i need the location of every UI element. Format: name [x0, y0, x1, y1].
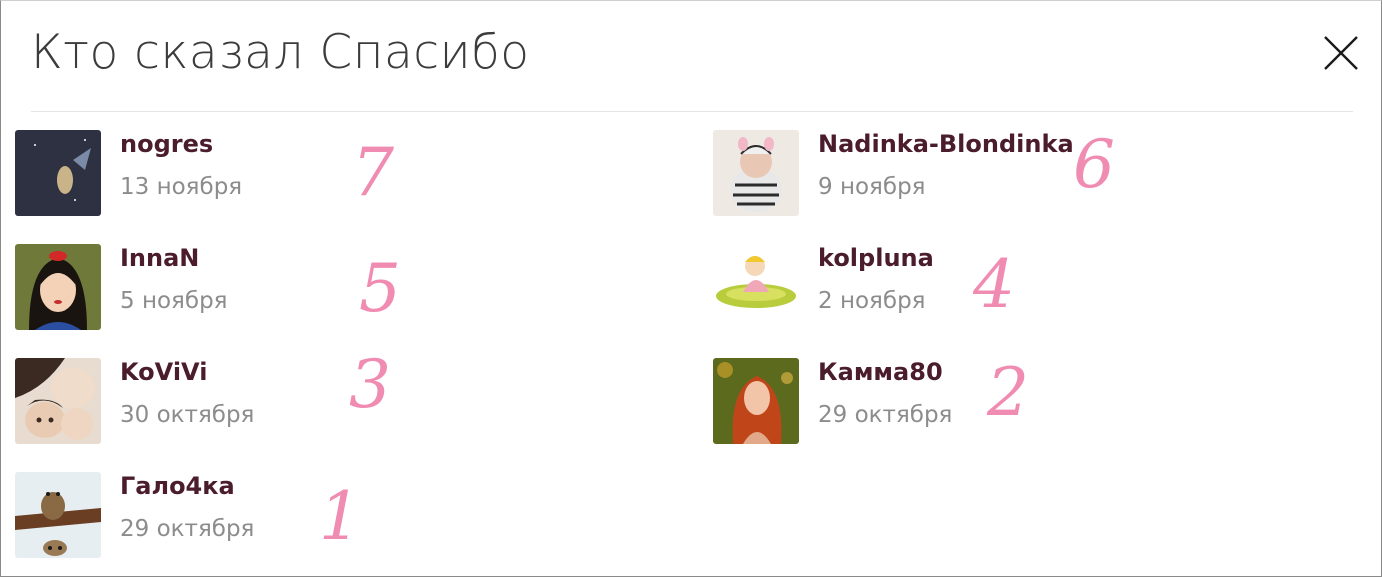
- avatar[interactable]: [15, 472, 101, 558]
- user-name[interactable]: InnaN: [120, 244, 199, 272]
- thanks-date: 30 октября: [120, 402, 255, 428]
- avatar[interactable]: [713, 358, 799, 444]
- thanks-date: 5 ноября: [120, 288, 228, 314]
- user-name[interactable]: Nadinka-Blondinka: [818, 130, 1074, 158]
- list-item: kolpluna 2 ноября 4: [713, 244, 1313, 334]
- user-name[interactable]: nogres: [120, 130, 213, 158]
- close-button[interactable]: [1319, 31, 1363, 75]
- avatar[interactable]: [713, 130, 799, 216]
- user-name[interactable]: Камма80: [818, 358, 943, 386]
- avatar[interactable]: [15, 130, 101, 216]
- rank-annotation: 5: [359, 250, 401, 327]
- list-item: Nadinka-Blondinka 9 ноября 6: [713, 130, 1313, 220]
- list-item: nogres 13 ноября 7: [15, 130, 615, 220]
- rank-annotation: 6: [1073, 126, 1115, 203]
- close-icon: [1324, 36, 1358, 70]
- list-item: KoViVi 30 октября 3: [15, 352, 615, 448]
- header-divider: [31, 111, 1353, 112]
- user-name[interactable]: Гало4ка: [120, 472, 235, 500]
- thanks-date: 29 октября: [818, 402, 953, 428]
- user-name[interactable]: KoViVi: [120, 358, 207, 386]
- dialog-title: Кто сказал Спасибо: [31, 25, 530, 80]
- rank-annotation: 7: [352, 134, 394, 211]
- list-item: Гало4ка 29 октября 1: [15, 472, 615, 562]
- thanks-date: 29 октября: [120, 516, 255, 542]
- avatar[interactable]: [15, 358, 101, 444]
- rank-annotation: 3: [349, 346, 391, 423]
- avatar[interactable]: [15, 244, 101, 330]
- user-name[interactable]: kolpluna: [818, 244, 934, 272]
- rank-annotation: 2: [987, 354, 1029, 431]
- thanks-date: 13 ноября: [120, 174, 243, 200]
- thanks-date: 9 ноября: [818, 174, 926, 200]
- list-item: InnaN 5 ноября 5: [15, 244, 615, 334]
- thanks-date: 2 ноября: [818, 288, 926, 314]
- rank-annotation: 4: [973, 246, 1015, 323]
- list-item: Камма80 29 октября 2: [713, 358, 1313, 448]
- avatar[interactable]: [713, 244, 799, 330]
- rank-annotation: 1: [319, 478, 361, 555]
- thanks-dialog: Кто сказал Спасибо nogres 13 ноября 7 Na…: [0, 0, 1382, 577]
